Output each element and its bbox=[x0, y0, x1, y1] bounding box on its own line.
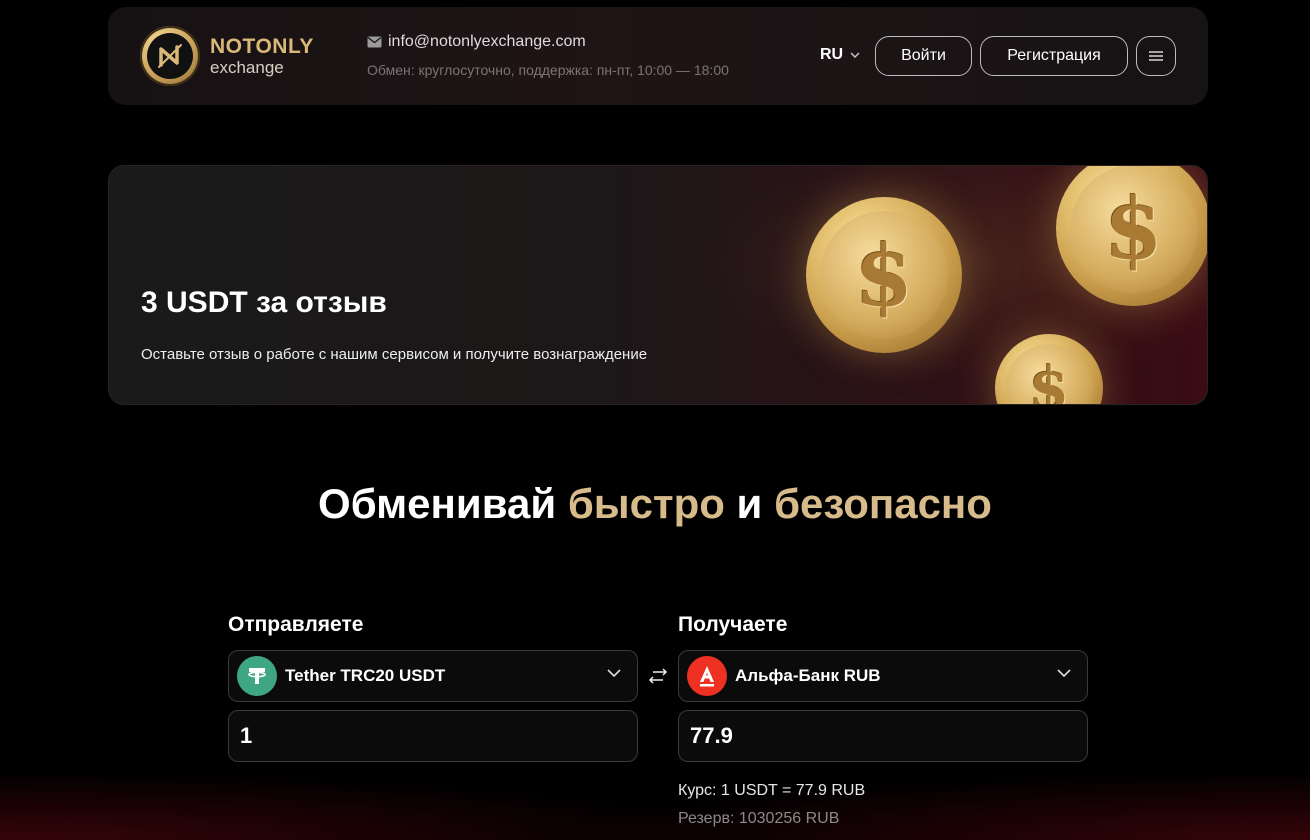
site-header: NOTONLY exchange info@notonlyexchange.co… bbox=[108, 7, 1208, 105]
hamburger-icon bbox=[1149, 51, 1163, 61]
login-button[interactable]: Войти bbox=[875, 36, 972, 76]
bottom-glow bbox=[0, 720, 1310, 840]
coin-icon: $ bbox=[806, 197, 962, 353]
chevron-down-icon bbox=[1057, 669, 1071, 677]
logo-title: NOTONLY bbox=[210, 35, 314, 58]
menu-button[interactable] bbox=[1136, 36, 1176, 76]
tether-icon bbox=[237, 656, 277, 696]
chevron-down-icon bbox=[607, 669, 621, 677]
title-part: Обменивай bbox=[318, 480, 568, 527]
logo[interactable]: NOTONLY exchange bbox=[140, 26, 314, 86]
receive-amount-input[interactable]: 77.9 bbox=[678, 710, 1088, 762]
alfa-bank-icon bbox=[687, 656, 727, 696]
send-currency-name: Tether TRC20 USDT bbox=[285, 666, 446, 685]
receive-currency-name: Альфа-Банк RUB bbox=[735, 666, 881, 685]
email-text: info@notonlyexchange.com bbox=[388, 33, 586, 50]
working-hours: Обмен: круглосуточно, поддержка: пн-пт, … bbox=[367, 62, 729, 78]
contact-info: info@notonlyexchange.com Обмен: круглосу… bbox=[367, 33, 729, 78]
title-part: и bbox=[724, 480, 775, 527]
banner-subtitle: Оставьте отзыв о работе с нашим сервисом… bbox=[141, 346, 648, 363]
title-accent: быстро bbox=[567, 480, 725, 527]
logo-subtitle: exchange bbox=[210, 58, 284, 77]
receive-currency-select[interactable]: Альфа-Банк RUB bbox=[678, 650, 1088, 702]
mail-icon bbox=[367, 36, 382, 48]
logo-coin-icon bbox=[140, 26, 200, 86]
send-currency-select[interactable]: Tether TRC20 USDT bbox=[228, 650, 638, 702]
exchange-rate: Курс: 1 USDT = 77.9 RUB bbox=[678, 782, 866, 799]
contact-email[interactable]: info@notonlyexchange.com bbox=[367, 33, 729, 51]
language-label: RU bbox=[820, 46, 844, 63]
banner-title: 3 USDT за отзыв bbox=[141, 286, 387, 319]
swap-icon[interactable] bbox=[647, 665, 669, 687]
title-accent: безопасно bbox=[774, 480, 992, 527]
reserve-amount: Резерв: 1030256 RUB bbox=[678, 810, 840, 827]
language-selector[interactable]: RU bbox=[820, 46, 860, 64]
send-amount-input[interactable]: 1 bbox=[228, 710, 638, 762]
register-button[interactable]: Регистрация bbox=[980, 36, 1128, 76]
page-title: Обменивай быстро и безопасно bbox=[0, 480, 1310, 528]
send-label: Отправляете bbox=[228, 613, 364, 636]
chevron-down-icon bbox=[850, 52, 860, 58]
promo-banner[interactable]: $ $ $ 3 USDT за отзыв Оставьте отзыв о р… bbox=[108, 165, 1208, 405]
receive-label: Получаете bbox=[678, 613, 788, 636]
